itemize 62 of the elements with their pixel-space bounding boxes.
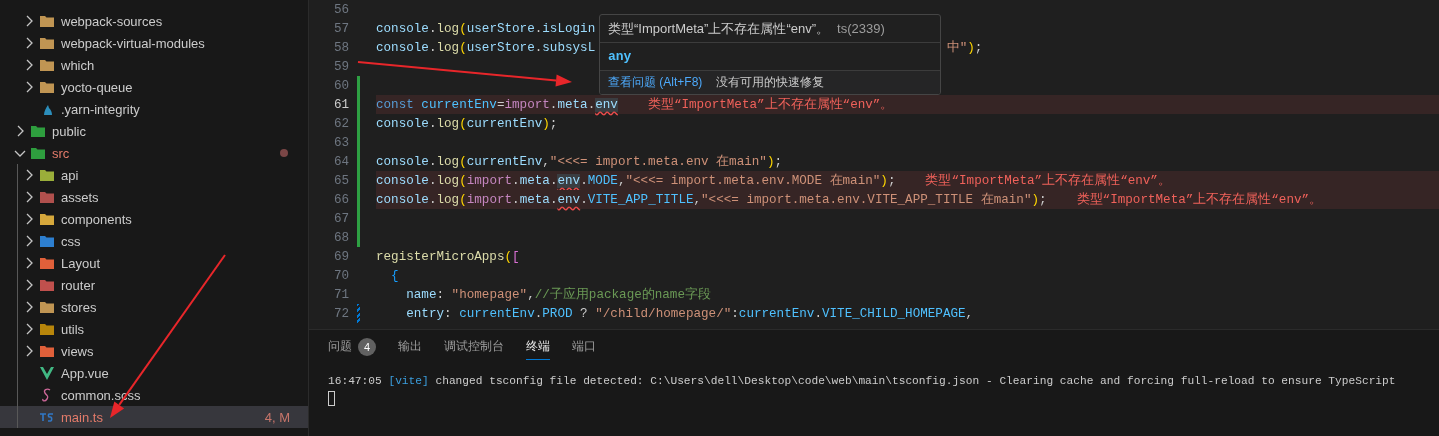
panel-tab[interactable]: 调试控制台 xyxy=(444,334,504,360)
folder-item[interactable]: public xyxy=(0,120,308,142)
line-number: 66 xyxy=(332,192,349,207)
file-item[interactable]: App.vue xyxy=(0,362,308,384)
code-line: console.log(userStore.isLogin xyxy=(376,21,596,36)
code-line: registerMicroApps([ xyxy=(376,249,520,264)
terminal-line: 16:47:05 [vite] changed tsconfig file detected: C:\Users\dell\Desktop\code\web\main\tsconfig.json - Clearing cache and forcing full-reload to ensure TypeScript xyxy=(328,374,1397,389)
panel-tab[interactable]: 问题 4 xyxy=(328,334,376,360)
file-item[interactable]: .yarn-integrity xyxy=(0,98,308,120)
panel-tab[interactable]: 输出 xyxy=(398,334,422,360)
line-number: 60 xyxy=(332,78,349,93)
code-line: console.log(import.meta.env.VITE_APP_TITLE,"<<<= import.meta.env.VITE_APP_TITLE 在main"); xyxy=(376,191,1047,208)
folder-item[interactable]: utils xyxy=(0,318,308,340)
quick-fix-note: 没有可用的快速修复 xyxy=(716,74,825,91)
code-line: { xyxy=(390,268,399,283)
folder-item[interactable]: stores xyxy=(0,296,308,318)
folder-item[interactable]: router xyxy=(0,274,308,296)
inline-error: 类型“ImportMeta”上不存在属性“env”。 xyxy=(925,172,1171,189)
panel-tab[interactable]: 端口 xyxy=(572,334,596,360)
line-number: 70 xyxy=(332,268,349,283)
line-number: 69 xyxy=(332,249,349,264)
code-line: console.log(currentEnv,"<<<= import.meta.env 在main"); xyxy=(376,153,783,170)
folder-item[interactable]: webpack-virtual-modules xyxy=(0,32,308,54)
folder-item[interactable]: which xyxy=(0,54,308,76)
line-number: 56 xyxy=(332,2,349,17)
panel-tab[interactable]: 终端 xyxy=(526,334,550,360)
code-line: console.log(import.meta.env.MODE,"<<<= import.meta.env.MODE 在main"); xyxy=(376,172,896,189)
line-number: 59 xyxy=(332,59,349,74)
line-number: 62 xyxy=(332,116,349,131)
inline-error: 类型“ImportMeta”上不存在属性“env”。 xyxy=(1076,191,1323,208)
code-line: entry: currentEnv.PROD ? "/child/homepage/":currentEnv.VITE_CHILD_HOMEPAGE, xyxy=(405,306,974,321)
line-number: 63 xyxy=(332,135,349,150)
folder-item[interactable]: api xyxy=(0,164,308,186)
folder-item[interactable]: components xyxy=(0,208,308,230)
inline-error: 类型“ImportMeta”上不存在属性“env”。 xyxy=(647,96,894,113)
error-code: ts(2339) xyxy=(837,21,885,36)
view-problem-link[interactable]: 查看问题 (Alt+F8) xyxy=(608,74,703,91)
folder-item[interactable]: views xyxy=(0,340,308,362)
folder-item[interactable]: css xyxy=(0,230,308,252)
folder-item[interactable]: src xyxy=(0,142,308,164)
line-number: 67 xyxy=(332,211,349,226)
code-line: name: "homepage",//子应用package的name字段 xyxy=(405,286,711,303)
folder-item[interactable]: Layout xyxy=(0,252,308,274)
line-number: 71 xyxy=(332,287,349,302)
folder-item[interactable]: assets xyxy=(0,186,308,208)
status-text: 4, M xyxy=(264,409,290,425)
line-number: 68 xyxy=(332,230,349,245)
code-line: console.log(currentEnv); xyxy=(376,116,558,131)
line-number: 58 xyxy=(332,40,349,55)
v-logo-icon xyxy=(39,365,55,381)
count-badge: 4 xyxy=(358,337,376,356)
line-number: 61 xyxy=(332,97,349,112)
code-line: const currentEnv=import.meta.env xyxy=(376,97,618,112)
folder-item[interactable]: yocto-queue xyxy=(0,76,308,98)
error-message: 类型“ImportMeta”上不存在属性“env”。 xyxy=(608,19,830,38)
line-number: 65 xyxy=(332,173,349,188)
line-number: 72 xyxy=(332,306,349,321)
type-signature: any xyxy=(608,49,632,64)
line-number: 64 xyxy=(332,154,349,169)
line-number: 57 xyxy=(332,21,349,36)
folder-item[interactable]: webpack-sources xyxy=(0,10,308,32)
file-item[interactable]: main.ts 4, M xyxy=(0,406,308,428)
